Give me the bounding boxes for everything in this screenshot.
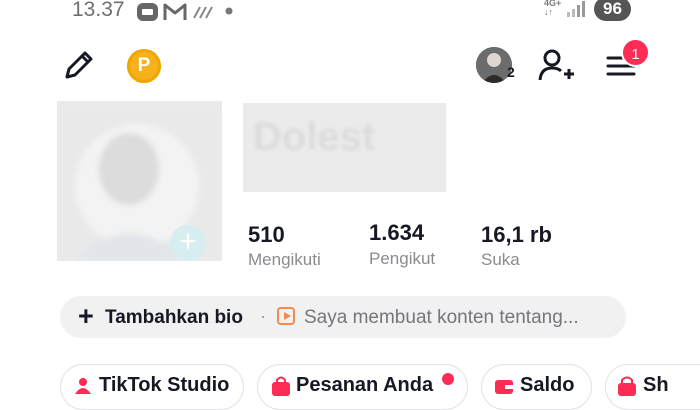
- balance-label: Saldo: [520, 374, 575, 396]
- dot-icon: [225, 7, 233, 15]
- signal-icon: [193, 6, 213, 19]
- add-bio-plus-icon[interactable]: +: [78, 303, 94, 330]
- shop-icon: [618, 376, 636, 396]
- network-indicator: 4G+ ↓↑: [544, 0, 562, 17]
- coin-icon[interactable]: P: [127, 49, 161, 83]
- orders-notification-dot: [442, 373, 454, 385]
- stat-following[interactable]: 510 Mengikuti: [248, 222, 321, 270]
- bio-separator: ·: [260, 306, 266, 326]
- shopping-bag-icon: [272, 376, 290, 396]
- profile-name: Dolest: [243, 103, 446, 192]
- add-bio-button[interactable]: Tambahkan bio: [105, 307, 243, 329]
- gmail-icon: [163, 3, 187, 20]
- orders-label: Pesanan Anda: [296, 374, 434, 396]
- profile-photo[interactable]: +: [57, 101, 222, 261]
- shop-label: Sh: [643, 374, 669, 396]
- notification-badge: 1: [621, 38, 650, 67]
- stat-likes[interactable]: 16,1 rb Suka: [481, 222, 552, 270]
- cell-signal-icon: [567, 1, 585, 17]
- add-friend-icon[interactable]: [537, 47, 577, 83]
- add-photo-icon[interactable]: +: [170, 225, 206, 261]
- tiktok-studio-icon: [75, 378, 91, 394]
- message-icon: [137, 3, 158, 21]
- account-count: 2: [507, 64, 515, 80]
- battery-indicator: 96: [594, 0, 631, 21]
- wallet-icon: [495, 380, 513, 394]
- play-icon: [277, 307, 295, 325]
- edit-pencil-icon[interactable]: [62, 48, 96, 82]
- stat-followers[interactable]: 1.634 Pengikut: [369, 220, 435, 269]
- status-time: 13.37: [72, 0, 125, 21]
- bio-suggestion[interactable]: Saya membuat konten tentang...: [304, 307, 579, 329]
- tiktok-studio-label: TikTok Studio: [99, 374, 230, 396]
